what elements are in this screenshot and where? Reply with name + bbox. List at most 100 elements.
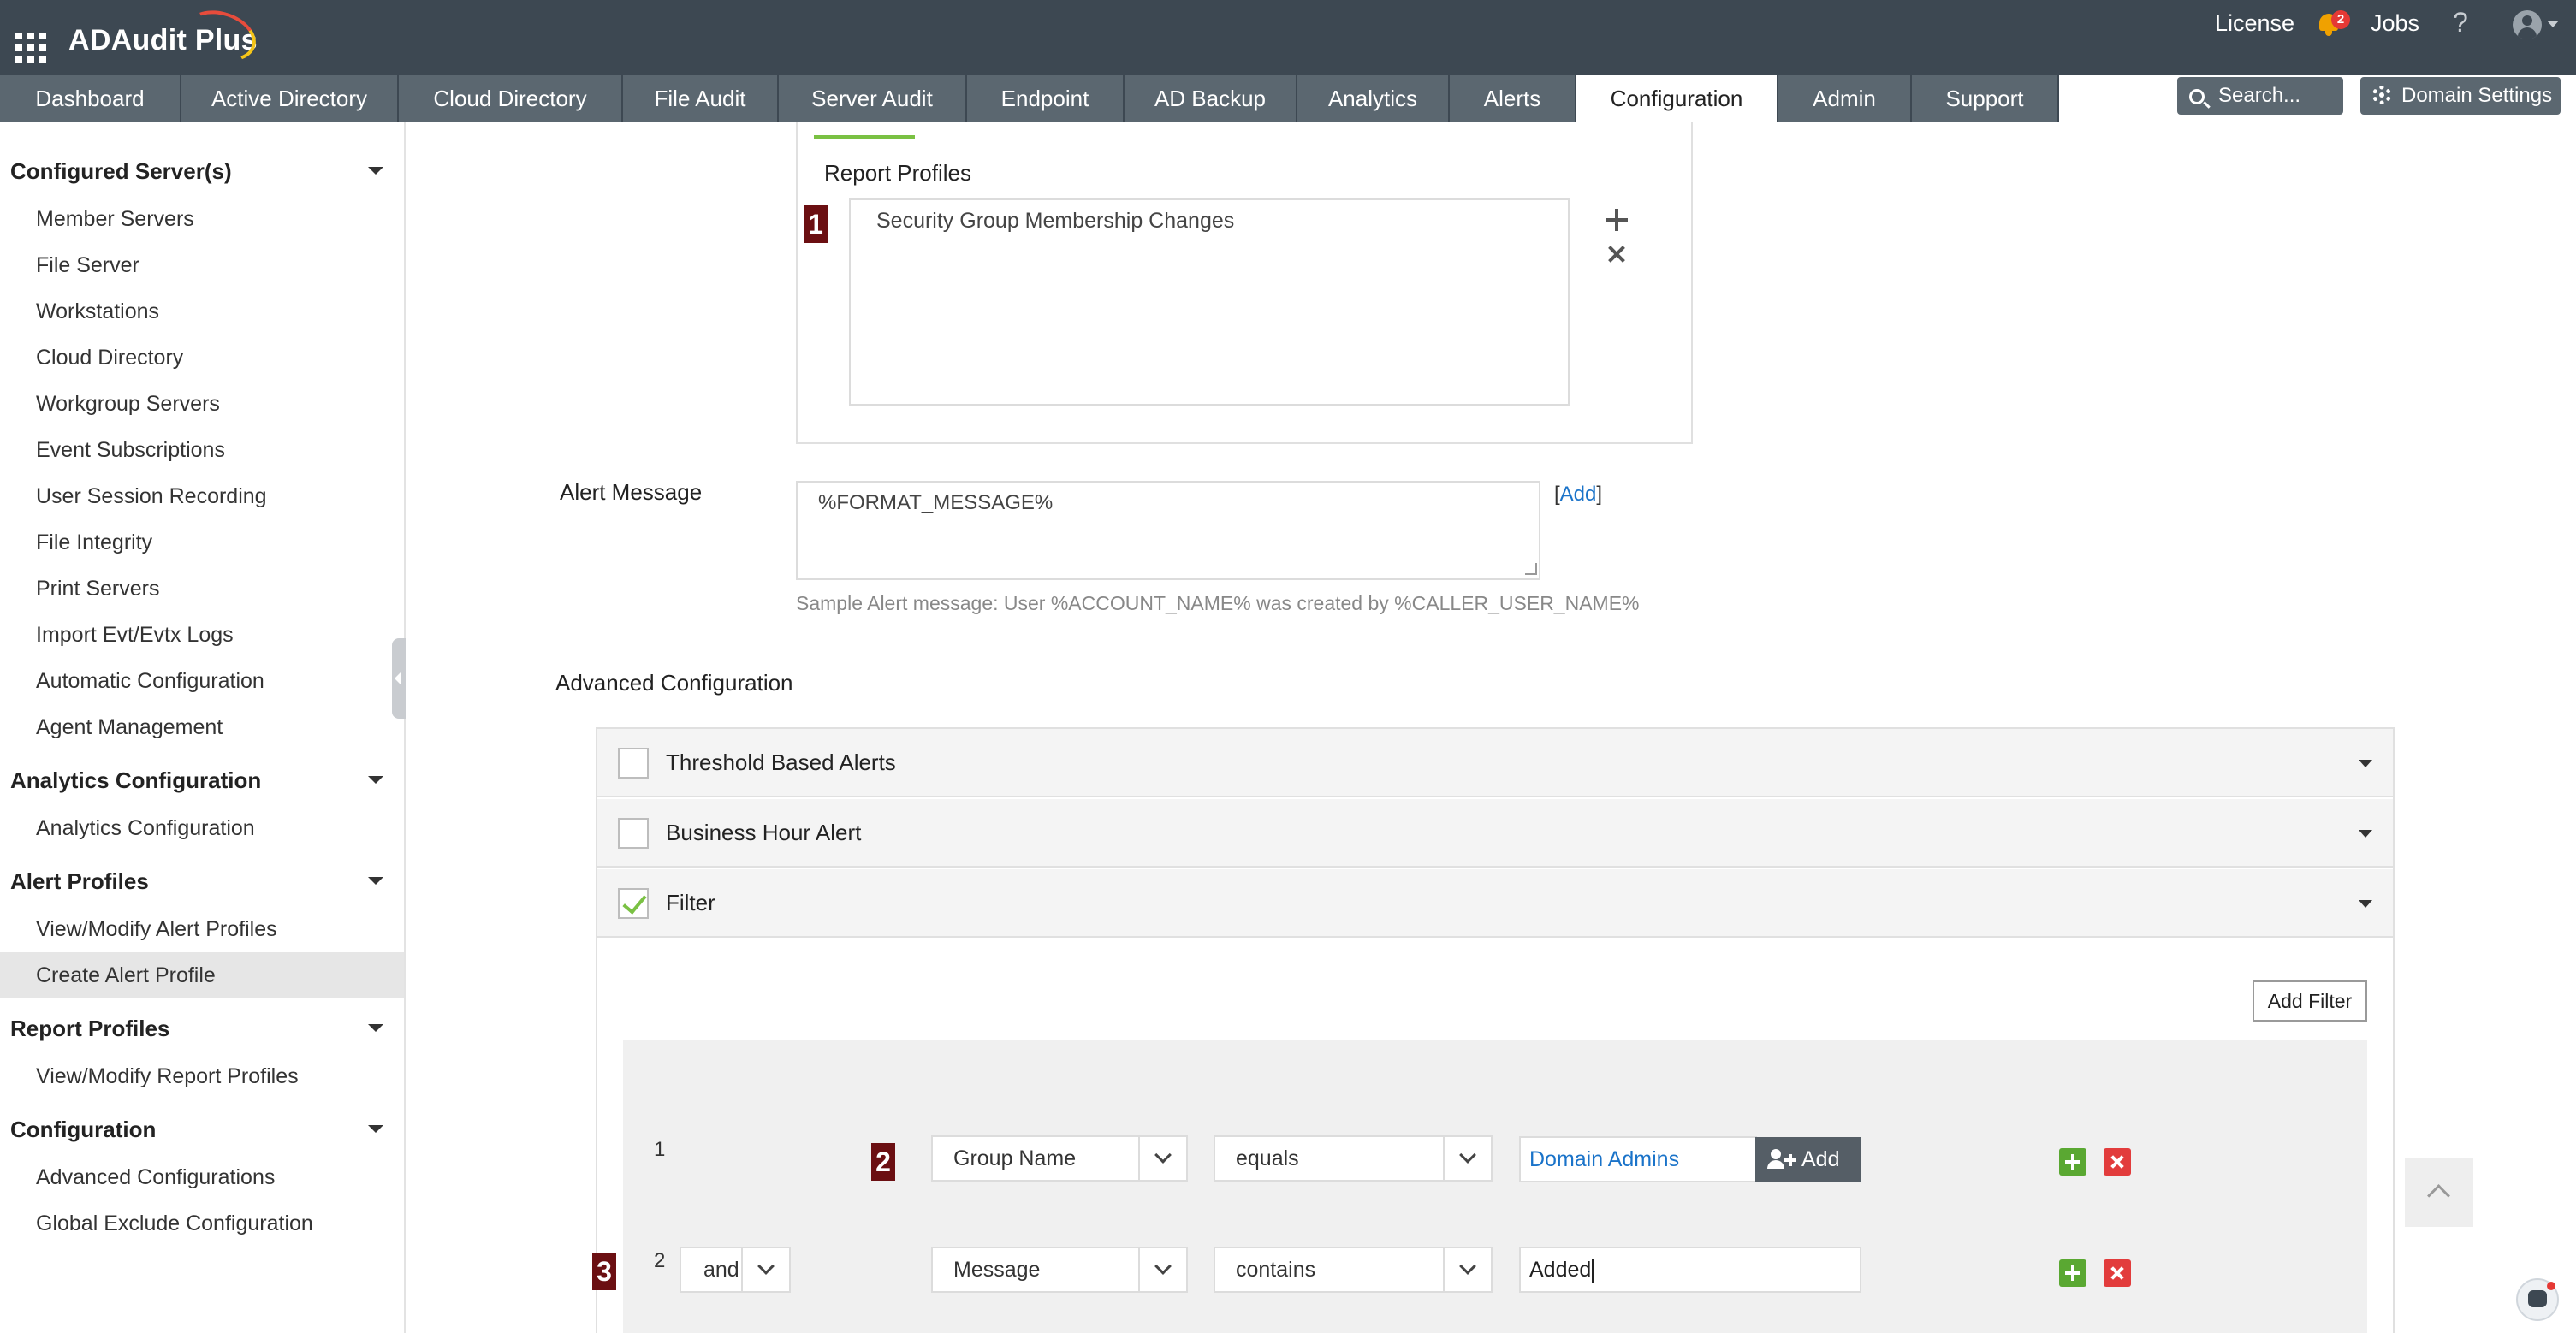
operator-select[interactable]: equals: [1214, 1135, 1493, 1182]
sidebar-item-file-server[interactable]: File Server: [0, 242, 404, 288]
sidebar-group-analytics-configuration[interactable]: Analytics Configuration: [10, 767, 261, 794]
resize-handle-icon[interactable]: [1525, 563, 1537, 575]
threshold-alerts-checkbox[interactable]: [618, 748, 649, 779]
sidebar-group-configured-servers[interactable]: Configured Server(s): [10, 158, 232, 185]
add-row-icon[interactable]: [2059, 1148, 2086, 1176]
conjunction-select[interactable]: and: [680, 1247, 791, 1293]
tab-admin[interactable]: Admin: [1778, 75, 1912, 122]
tab-active-directory[interactable]: Active Directory: [181, 75, 399, 122]
chevron-down-icon[interactable]: [368, 877, 383, 885]
add-value-button[interactable]: Add: [1755, 1137, 1861, 1182]
close-icon[interactable]: [1604, 241, 1629, 267]
sidebar-item-user-session-recording[interactable]: User Session Recording: [0, 473, 404, 519]
alert-message-label: Alert Message: [560, 479, 703, 505]
filter-conditions: [623, 1040, 2367, 1333]
jobs-link[interactable]: Jobs: [2371, 10, 2419, 37]
chevron-down-icon: [741, 1248, 789, 1291]
scroll-top-icon[interactable]: [2405, 1158, 2473, 1227]
tab-analytics[interactable]: Analytics: [1297, 75, 1450, 122]
sidebar-collapse-handle[interactable]: [392, 638, 406, 719]
sidebar-group-alert-profiles[interactable]: Alert Profiles: [10, 868, 149, 895]
business-hour-alert-checkbox[interactable]: [618, 818, 649, 849]
sidebar-item-import-logs[interactable]: Import Evt/Evtx Logs: [0, 612, 404, 658]
sidebar-item-workstations[interactable]: Workstations: [0, 288, 404, 335]
search-input[interactable]: Search...: [2177, 77, 2343, 115]
chevron-down-icon: [1138, 1248, 1186, 1291]
filter-row-number: 2: [654, 1249, 666, 1272]
chevron-down-icon[interactable]: [368, 167, 383, 175]
step-marker-1: 1: [804, 205, 828, 243]
tab-file-audit[interactable]: File Audit: [623, 75, 779, 122]
threshold-alerts-row[interactable]: Threshold Based Alerts: [597, 729, 2393, 797]
tab-ad-backup[interactable]: AD Backup: [1125, 75, 1297, 122]
chevron-down-icon[interactable]: [368, 776, 383, 784]
value-input[interactable]: Added: [1519, 1247, 1861, 1293]
chevron-down-icon[interactable]: [2359, 830, 2372, 838]
alert-message-textarea[interactable]: %FORMAT_MESSAGE%: [796, 481, 1540, 580]
business-hour-alert-row[interactable]: Business Hour Alert: [597, 799, 2393, 868]
chevron-down-icon[interactable]: [2547, 21, 2559, 27]
filter-row[interactable]: Filter: [597, 869, 2393, 938]
tab-cloud-directory[interactable]: Cloud Directory: [399, 75, 623, 122]
operator-select[interactable]: contains: [1214, 1247, 1493, 1293]
sidebar-item-create-alert-profile[interactable]: Create Alert Profile: [0, 952, 404, 998]
sidebar-item-file-integrity[interactable]: File Integrity: [0, 519, 404, 566]
sidebar-item-event-subscriptions[interactable]: Event Subscriptions: [0, 427, 404, 473]
add-filter-button[interactable]: Add Filter: [2253, 980, 2367, 1022]
plus-icon[interactable]: [1604, 207, 1629, 233]
sidebar-item-member-servers[interactable]: Member Servers: [0, 196, 404, 242]
sidebar-item-advanced-configurations[interactable]: Advanced Configurations: [0, 1154, 404, 1200]
waffle-icon[interactable]: [15, 33, 46, 63]
chat-bot-icon[interactable]: [2516, 1278, 2559, 1321]
sidebar-item-print-servers[interactable]: Print Servers: [0, 566, 404, 612]
bell-icon[interactable]: 2: [2316, 10, 2350, 38]
sidebar-item-analytics-configuration[interactable]: Analytics Configuration: [0, 805, 404, 851]
active-indicator: [814, 135, 915, 139]
search-placeholder: Search...: [2218, 84, 2301, 107]
tab-dashboard[interactable]: Dashboard: [0, 75, 181, 122]
search-icon: [2189, 89, 2205, 104]
sidebar: Configured Server(s) Member Servers File…: [0, 122, 406, 1333]
list-item[interactable]: Security Group Membership Changes: [876, 209, 1234, 234]
sidebar-group-report-profiles[interactable]: Report Profiles: [10, 1016, 169, 1042]
tab-configuration[interactable]: Configuration: [1576, 75, 1778, 124]
user-icon[interactable]: [2513, 10, 2542, 39]
report-profiles-list[interactable]: Security Group Membership Changes: [849, 198, 1570, 406]
sidebar-item-workgroup-servers[interactable]: Workgroup Servers: [0, 381, 404, 427]
step-marker-2: 2: [871, 1143, 895, 1181]
sidebar-item-automatic-configuration[interactable]: Automatic Configuration: [0, 658, 404, 704]
chevron-down-icon[interactable]: [2359, 900, 2372, 908]
domain-settings-label: Domain Settings: [2401, 84, 2553, 107]
chevron-down-icon: [1443, 1137, 1491, 1180]
chevron-down-icon[interactable]: [2359, 760, 2372, 767]
sidebar-item-cloud-directory[interactable]: Cloud Directory: [0, 335, 404, 381]
tab-server-audit[interactable]: Server Audit: [779, 75, 967, 122]
field-select[interactable]: Group Name: [931, 1135, 1188, 1182]
filter-checkbox[interactable]: [618, 888, 649, 919]
chevron-down-icon: [1138, 1137, 1186, 1180]
add-link[interactable]: Add: [1560, 483, 1597, 506]
license-link[interactable]: License: [2215, 10, 2294, 37]
chevron-down-icon[interactable]: [368, 1125, 383, 1133]
help-icon[interactable]: ?: [2453, 7, 2468, 39]
remove-row-icon[interactable]: [2104, 1148, 2131, 1176]
filter-label: Filter: [666, 890, 715, 915]
step-marker-3: 3: [592, 1253, 616, 1290]
add-row-icon[interactable]: [2059, 1259, 2086, 1287]
sidebar-item-global-exclude-configuration[interactable]: Global Exclude Configuration: [0, 1200, 404, 1247]
sidebar-group-configuration[interactable]: Configuration: [10, 1117, 156, 1143]
tab-support[interactable]: Support: [1912, 75, 2059, 122]
tab-endpoint[interactable]: Endpoint: [967, 75, 1125, 122]
domain-settings-button[interactable]: Domain Settings: [2360, 77, 2561, 115]
alert-message-add: [Add]: [1554, 483, 1603, 506]
sample-alert-message: Sample Alert message: User %ACCOUNT_NAME…: [796, 592, 1640, 614]
remove-row-icon[interactable]: [2104, 1259, 2131, 1287]
field-select[interactable]: Message: [931, 1247, 1188, 1293]
sidebar-item-agent-management[interactable]: Agent Management: [0, 704, 404, 750]
value-input[interactable]: Domain Admins: [1519, 1136, 1757, 1182]
sidebar-item-view-modify-alert-profiles[interactable]: View/Modify Alert Profiles: [0, 906, 404, 952]
sidebar-item-view-modify-report-profiles[interactable]: View/Modify Report Profiles: [0, 1053, 404, 1099]
tab-alerts[interactable]: Alerts: [1450, 75, 1576, 122]
add-user-icon: [1767, 1149, 1784, 1169]
chevron-down-icon[interactable]: [368, 1024, 383, 1032]
